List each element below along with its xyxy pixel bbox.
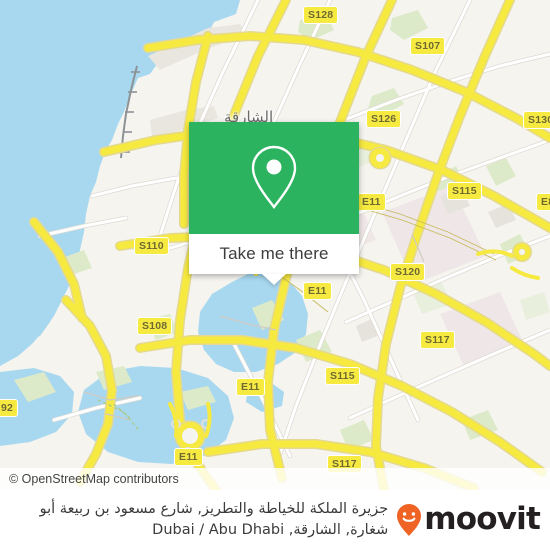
map-canvas[interactable]: الشارقة S128 S107 S126 S130 S115 E11 E8 … [0, 0, 550, 490]
road-shield-s120[interactable]: S120 [390, 263, 426, 281]
road-shield-e11-lowermid[interactable]: E11 [236, 378, 265, 396]
road-shield-e11-lower[interactable]: E11 [174, 448, 203, 466]
openstreetmap-attribution[interactable]: © OpenStreetMap contributors [0, 472, 179, 486]
address-line-2: شغارة, الشارقة, Dubai / Abu Dhabi [152, 522, 389, 538]
footer-bar: جزيرة الملكة للخياطة والتطريز, شارع مسعو… [0, 490, 550, 550]
road-shield-s115-lower[interactable]: S115 [325, 367, 360, 385]
moovit-map-screenshot: الشارقة S128 S107 S126 S130 S115 E11 E8 … [0, 0, 550, 550]
road-shield-e11-mid[interactable]: E11 [303, 282, 332, 300]
map-attribution-bar: © OpenStreetMap contributors [0, 468, 550, 490]
callout-pin-panel [189, 122, 359, 234]
road-shield-s108[interactable]: S108 [137, 317, 173, 335]
address-text: جزيرة الملكة للخياطة والتطريز, شارع مسعو… [14, 499, 396, 541]
moovit-logo[interactable]: moovit [396, 500, 541, 537]
road-shield-s107[interactable]: S107 [410, 37, 446, 55]
road-shield-s115-upper[interactable]: S115 [447, 182, 482, 200]
road-shield-92-edge[interactable]: 92 [0, 399, 19, 417]
map-pin-icon [251, 145, 297, 209]
road-shield-e8[interactable]: E8 [536, 193, 550, 211]
address-line-1: جزيرة الملكة للخياطة والتطريز, شارع مسعو… [39, 500, 389, 517]
road-shield-s130[interactable]: S130 [523, 111, 550, 129]
road-shield-s117-upper[interactable]: S117 [420, 331, 455, 349]
take-me-there-button[interactable]: Take me there [189, 234, 359, 285]
moovit-pin-icon [396, 503, 422, 537]
road-shield-s128[interactable]: S128 [303, 6, 339, 24]
moovit-wordmark: moovit [424, 500, 541, 537]
road-shield-s110[interactable]: S110 [134, 237, 169, 255]
callout-tail-pointer [262, 274, 286, 285]
road-shield-s126[interactable]: S126 [366, 110, 402, 128]
take-me-there-label: Take me there [219, 244, 329, 263]
location-callout-card[interactable]: Take me there [189, 122, 359, 285]
road-shield-e11-upper[interactable]: E11 [357, 193, 386, 211]
